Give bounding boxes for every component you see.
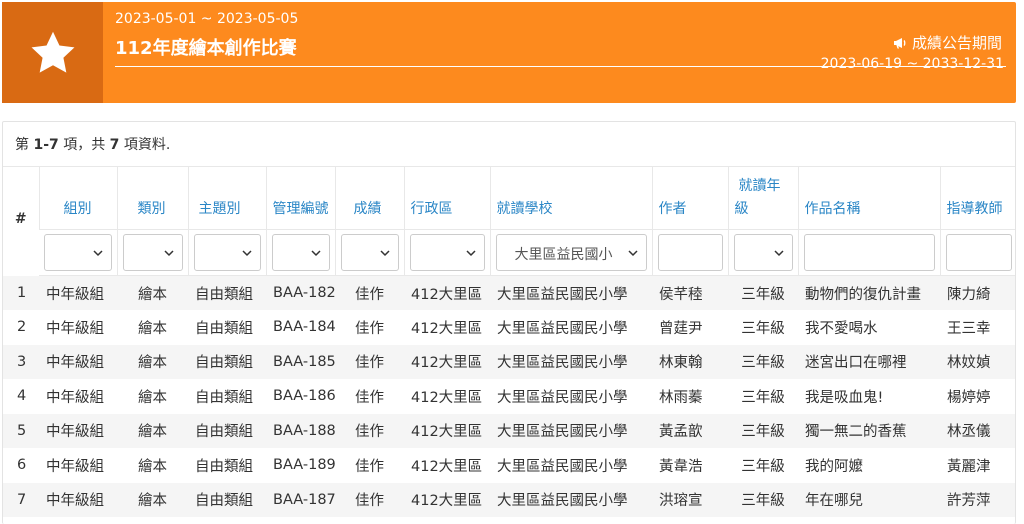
col-header-district[interactable]: 行政區 xyxy=(403,166,490,230)
col-header-work[interactable]: 作品名稱 xyxy=(797,166,940,230)
col-header-group[interactable]: 組別 xyxy=(38,166,117,230)
col-header-grade[interactable]: 就讀年級 xyxy=(727,166,798,230)
megaphone-icon xyxy=(893,37,906,48)
filter-grade-cell xyxy=(727,229,798,276)
filter-group-cell xyxy=(39,229,117,276)
col-header-id[interactable]: 管理編號 xyxy=(265,166,335,230)
chevron-down-icon xyxy=(379,249,390,256)
result-total: 7 xyxy=(109,137,120,153)
table-row: 6 中年級組 繪本 自由類組 BAA-189 佳作 412大里區 大里區益民國民小學 黃韋浩 三年… xyxy=(17,457,991,475)
filter-type-cell xyxy=(116,229,188,276)
filter-teacher-cell xyxy=(939,229,1015,276)
col-header-teacher[interactable]: 指導教師 xyxy=(939,166,1015,230)
filter-grade-select[interactable] xyxy=(733,234,793,271)
filter-id-select[interactable] xyxy=(271,234,330,271)
banner-icon-box xyxy=(2,2,103,103)
filter-group-select[interactable] xyxy=(44,234,112,271)
filter-work-input[interactable] xyxy=(803,234,935,271)
filter-author-cell xyxy=(651,229,728,276)
col-header-author[interactable]: 作者 xyxy=(651,166,728,230)
filter-school-value: 大里區益民國小 xyxy=(514,247,613,263)
chevron-down-icon xyxy=(310,249,321,256)
table-row: 7 中年級組 繪本 自由類組 BAA-187 佳作 412大里區 大里區益民國民小學 洪瑢宣 三年… xyxy=(3,482,1015,517)
announce-date-range: 2023-06-19 ~ 2033-12-31 xyxy=(820,56,1004,72)
filter-theme-cell xyxy=(187,229,266,276)
filter-author-input[interactable] xyxy=(657,234,723,271)
table-row: 5 中年級組 繪本 自由類組 BAA-188 佳作 412大里區 大里區益民國民小學 黃孟歆 三年… xyxy=(3,413,1015,448)
filter-theme-select[interactable] xyxy=(193,234,261,271)
chevron-down-icon xyxy=(627,249,638,256)
results-panel: 第 1-7 項，共 7 項資料. # 組別 類別 主題別 管理編號 成績 行政區… xyxy=(2,121,1016,524)
chevron-down-icon xyxy=(773,249,784,256)
table-row: 1 中年級組 繪本 自由類組 BAA-182 佳作 412大里區 大里區益民國民小學 侯芊稑 三年… xyxy=(3,275,1015,310)
filter-id-cell xyxy=(265,229,335,276)
table-row: 4 中年級組 繪本 自由類組 BAA-186 佳作 412大里區 大里區益民國民小學 林雨蓁 三年… xyxy=(17,388,991,406)
filter-type-select[interactable] xyxy=(122,234,183,271)
table-row: 3 中年級組 繪本 自由類組 BAA-185 佳作 412大里區 大里區益民國民小學 林東翰 三年… xyxy=(3,344,1015,379)
filter-school-cell: 大里區益民國小 xyxy=(489,229,652,276)
filter-score-cell xyxy=(334,229,404,276)
table-header-row: # 組別 類別 主題別 管理編號 成績 行政區 就讀學校 作者 就讀年級 作品名… xyxy=(3,166,1015,276)
col-header-type[interactable]: 類別 xyxy=(116,166,188,230)
chevron-down-icon xyxy=(241,249,252,256)
announce-label: 成績公告期間 xyxy=(911,34,1002,52)
col-header-theme[interactable]: 主題別 xyxy=(187,166,266,230)
filter-district-cell xyxy=(403,229,490,276)
contest-title: 112年度繪本創作比賽 xyxy=(115,38,297,59)
col-header-school[interactable]: 就讀學校 xyxy=(489,166,652,230)
filter-score-select[interactable] xyxy=(340,234,399,271)
filter-work-cell xyxy=(797,229,940,276)
filter-district-select[interactable] xyxy=(409,234,485,271)
result-range: 1-7 xyxy=(33,137,59,153)
contest-date-range: 2023-05-01 ~ 2023-05-05 xyxy=(115,11,299,27)
announce-period: 成績公告期間 xyxy=(892,32,1002,53)
filter-row: 大里區益民國小 xyxy=(3,229,1015,276)
col-header-index: # xyxy=(3,166,39,276)
col-header-score[interactable]: 成績 xyxy=(334,166,404,230)
contest-banner: 2023-05-01 ~ 2023-05-05 112年度繪本創作比賽 成績公告… xyxy=(2,2,1016,103)
filter-school-select[interactable]: 大里區益民國小 xyxy=(495,234,647,271)
chevron-down-icon xyxy=(465,249,476,256)
chevron-down-icon xyxy=(163,249,174,256)
results-table: # 組別 類別 主題別 管理編號 成績 行政區 就讀學校 作者 就讀年級 作品名… xyxy=(3,166,1015,517)
chevron-down-icon xyxy=(92,249,103,256)
filter-teacher-input[interactable] xyxy=(945,234,1012,271)
star-icon xyxy=(31,31,74,73)
table-row: 2 中年級組 繪本 自由類組 BAA-184 佳作 412大里區 大里區益民國民小學 曾莛尹 三年… xyxy=(17,319,991,337)
result-summary: 第 1-7 項，共 7 項資料. xyxy=(15,137,171,153)
